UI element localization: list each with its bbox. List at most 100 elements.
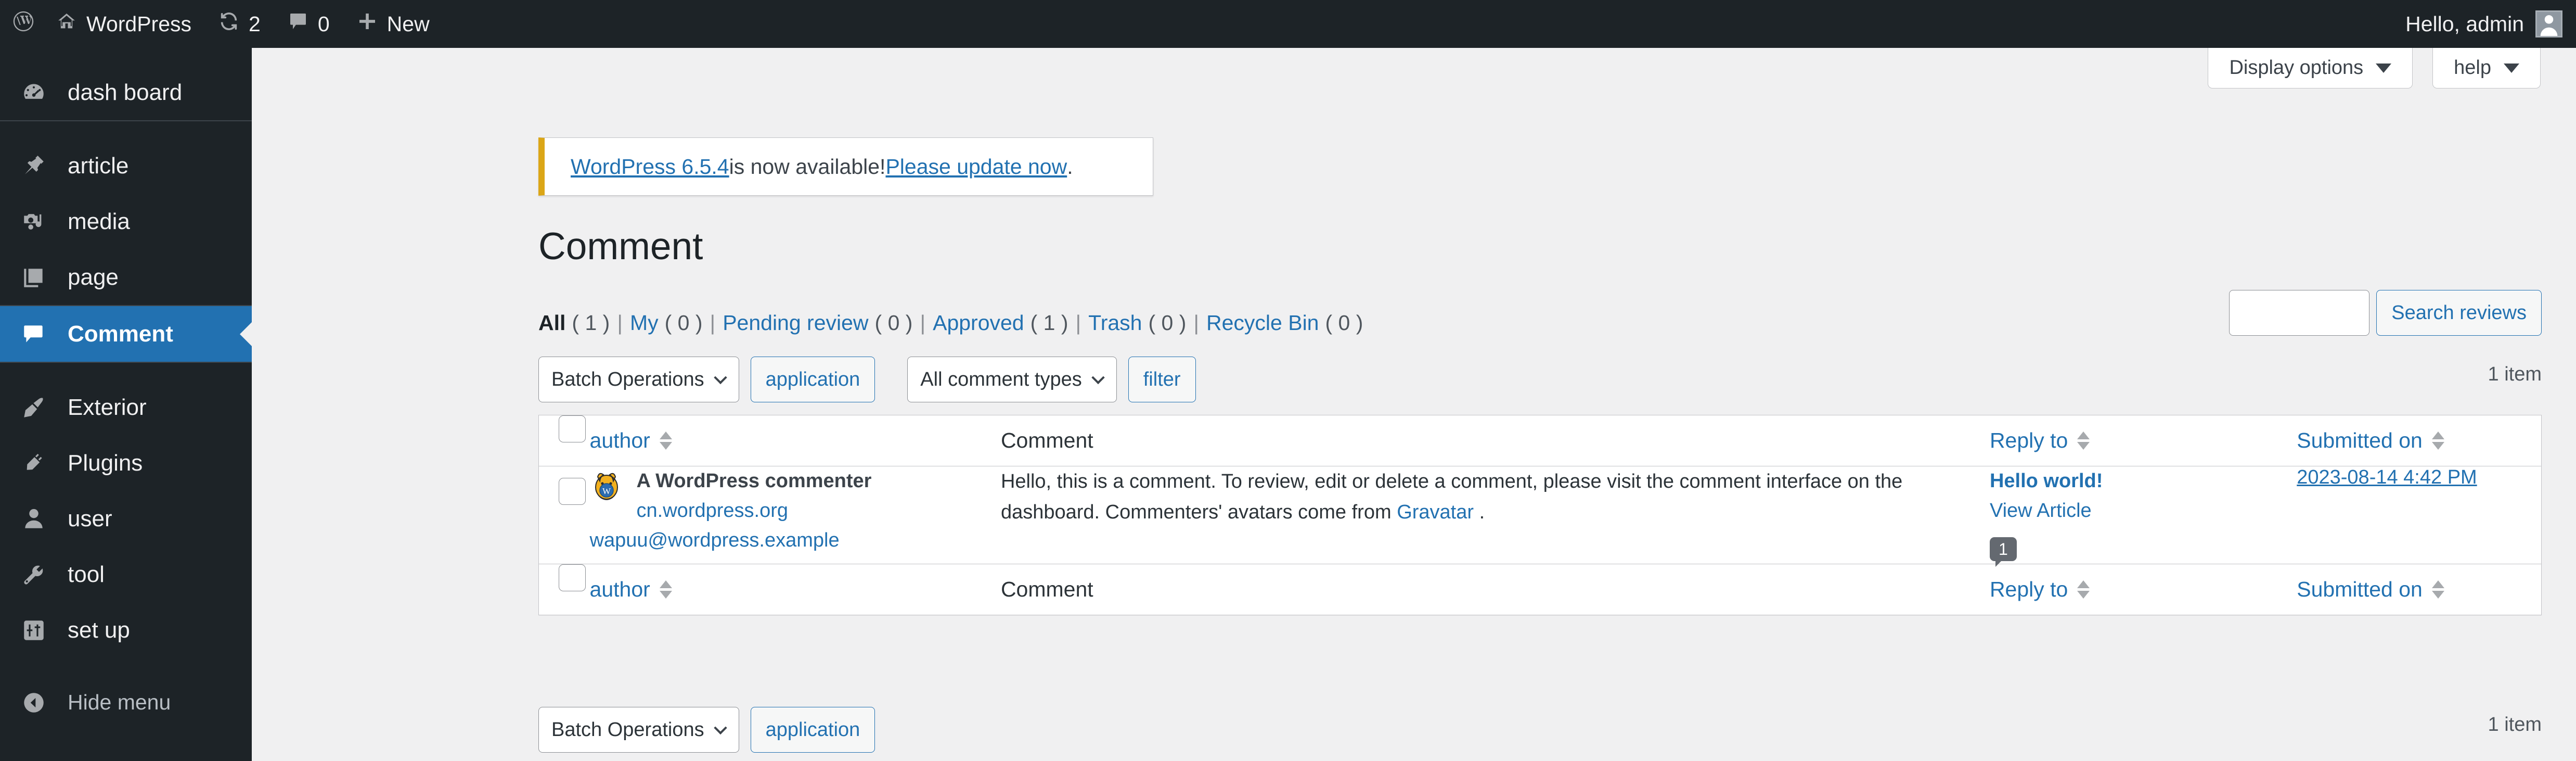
sidebar-item-exterior[interactable]: Exterior bbox=[0, 379, 252, 435]
sort-arrows-icon[interactable] bbox=[2077, 432, 2090, 450]
sidebar-item-user[interactable]: user bbox=[0, 491, 252, 547]
updates-icon bbox=[218, 11, 239, 37]
column-header-reply-to[interactable]: Reply to bbox=[1989, 415, 2297, 466]
bulk-actions-select-top[interactable]: Batch Operations bbox=[538, 357, 739, 402]
column-footer-author[interactable]: author bbox=[589, 564, 1001, 615]
sort-asc-icon bbox=[659, 432, 672, 439]
select-all-checkbox-footer[interactable] bbox=[559, 564, 586, 591]
status-filter-links: All ( 1 ) | My ( 0 ) | Pending review ( … bbox=[538, 311, 1363, 335]
comments-table-body: W A WordPress commenter cn.wordpress.org… bbox=[538, 466, 2542, 567]
column-header-author[interactable]: author bbox=[589, 415, 1001, 466]
reply-to-post-link[interactable]: Hello world! bbox=[1990, 466, 2297, 496]
tablenav-bottom: Batch Operations application bbox=[538, 707, 875, 753]
search-form: Search reviews bbox=[2229, 290, 2542, 336]
filter-count-recycle-bin: ( 0 ) bbox=[1325, 311, 1363, 335]
gravatar-link[interactable]: Gravatar bbox=[1397, 501, 1474, 523]
comment-author-name: A WordPress commenter bbox=[636, 470, 872, 492]
update-now-link[interactable]: Please update now bbox=[885, 155, 1067, 179]
sort-desc-icon bbox=[2431, 591, 2444, 599]
post-comment-count-badge[interactable]: 1 bbox=[1989, 537, 2017, 567]
item-count-bottom: 1 item bbox=[2488, 714, 2542, 735]
sidebar-item-label: media bbox=[68, 208, 130, 234]
item-count-top: 1 item bbox=[2488, 363, 2542, 385]
paintbrush-icon bbox=[18, 395, 50, 421]
sidebar-item-label: Plugins bbox=[68, 450, 143, 476]
bulk-apply-button-top[interactable]: application bbox=[750, 357, 875, 402]
comment-author-email-link[interactable]: wapuu@wordpress.example bbox=[590, 526, 872, 555]
row-author-cell: W A WordPress commenter cn.wordpress.org… bbox=[590, 466, 1001, 564]
row-comment-cell: Hello, this is a comment. To review, edi… bbox=[1001, 466, 1990, 564]
filter-link-all[interactable]: All bbox=[538, 311, 565, 335]
sidebar-item-label: user bbox=[68, 505, 112, 531]
column-header-reply-to-label: Reply to bbox=[1989, 428, 2068, 452]
column-header-submitted-on[interactable]: Submitted on bbox=[2297, 415, 2542, 466]
user-icon bbox=[18, 506, 50, 532]
sidebar-item-setup[interactable]: set up bbox=[0, 602, 252, 658]
adminbar-wp-logo[interactable] bbox=[0, 0, 43, 48]
bulk-actions-select-bottom[interactable]: Batch Operations bbox=[538, 707, 739, 753]
filter-link-my[interactable]: My bbox=[630, 311, 659, 335]
sort-arrows-icon[interactable] bbox=[2077, 580, 2090, 599]
sort-asc-icon bbox=[2431, 432, 2444, 439]
adminbar-comments[interactable]: 0 bbox=[274, 0, 343, 48]
adminbar-comments-count: 0 bbox=[317, 11, 330, 36]
filter-link-pending-review[interactable]: Pending review bbox=[723, 311, 868, 335]
sidebar-item-dashboard[interactable]: dash board bbox=[0, 65, 252, 120]
bulk-actions-value: Batch Operations bbox=[551, 368, 704, 390]
adminbar-site-name[interactable]: WordPress bbox=[43, 0, 205, 48]
sidebar-item-comment[interactable]: Comment bbox=[0, 306, 252, 362]
sidebar-item-page[interactable]: page bbox=[0, 249, 252, 305]
sort-arrows-icon[interactable] bbox=[659, 432, 672, 450]
display-options-button[interactable]: Display options bbox=[2208, 48, 2413, 88]
filter-button[interactable]: filter bbox=[1128, 357, 1196, 402]
sidebar-item-plugins[interactable]: Plugins bbox=[0, 435, 252, 491]
settings-sliders-icon bbox=[18, 617, 50, 643]
filter-count-all: ( 1 ) bbox=[572, 311, 610, 335]
row-checkbox[interactable] bbox=[559, 478, 586, 505]
select-all-checkbox[interactable] bbox=[559, 415, 586, 442]
adminbar-my-account[interactable]: Hello, admin bbox=[2405, 0, 2576, 48]
home-icon bbox=[56, 11, 77, 37]
sidebar-item-article[interactable]: article bbox=[0, 138, 252, 194]
comment-icon bbox=[18, 321, 50, 347]
adminbar-updates[interactable]: 2 bbox=[205, 0, 274, 48]
sort-arrows-icon[interactable] bbox=[2431, 580, 2444, 599]
filter-link-recycle-bin[interactable]: Recycle Bin bbox=[1206, 311, 1319, 335]
filter-separator: | bbox=[920, 311, 926, 335]
sort-arrows-icon[interactable] bbox=[2431, 432, 2444, 450]
bulk-apply-button-bottom[interactable]: application bbox=[750, 707, 875, 753]
adminbar-new-content[interactable]: New bbox=[343, 0, 443, 48]
column-footer-submitted-on[interactable]: Submitted on bbox=[2297, 564, 2542, 615]
sort-desc-icon bbox=[659, 442, 672, 450]
table-row: W A WordPress commenter cn.wordpress.org… bbox=[538, 466, 2542, 567]
view-article-link[interactable]: View Article bbox=[1990, 496, 2297, 526]
filter-link-approved[interactable]: Approved bbox=[933, 311, 1024, 335]
sidebar-item-label: article bbox=[68, 153, 129, 179]
comment-submitted-date[interactable]: 2023-08-14 4:42 PM bbox=[2297, 466, 2477, 488]
sort-arrows-icon[interactable] bbox=[659, 580, 672, 599]
filter-link-trash[interactable]: Trash bbox=[1088, 311, 1142, 335]
media-icon bbox=[18, 209, 50, 235]
sidebar-item-label: Exterior bbox=[68, 394, 147, 420]
sort-asc-icon bbox=[2077, 580, 2090, 588]
sort-desc-icon bbox=[2431, 442, 2444, 450]
sidebar-item-media[interactable]: media bbox=[0, 194, 252, 249]
comment-author-site-link[interactable]: cn.wordpress.org bbox=[637, 496, 872, 526]
comments-table: author Comment Reply to Submitted on W A… bbox=[538, 415, 2542, 615]
dashboard-icon bbox=[18, 80, 50, 106]
select-all-header bbox=[538, 415, 590, 466]
sidebar-collapse-menu[interactable]: Hide menu bbox=[0, 675, 252, 730]
row-reply-to-cell: Hello world! View Article 1 bbox=[1989, 466, 2297, 567]
search-reviews-button[interactable]: Search reviews bbox=[2376, 290, 2542, 336]
update-version-link[interactable]: WordPress 6.5.4 bbox=[571, 155, 729, 179]
avatar bbox=[2535, 10, 2562, 37]
update-notice: WordPress 6.5.4 is now available! Please… bbox=[538, 137, 1153, 196]
help-button[interactable]: help bbox=[2432, 48, 2541, 88]
column-footer-reply-to[interactable]: Reply to bbox=[1989, 564, 2297, 615]
sidebar-item-label: set up bbox=[68, 617, 130, 643]
column-footer-submitted-on-label: Submitted on bbox=[2297, 577, 2423, 601]
search-input[interactable] bbox=[2229, 290, 2370, 336]
sidebar-item-tool[interactable]: tool bbox=[0, 547, 252, 602]
comment-type-select[interactable]: All comment types bbox=[907, 357, 1117, 402]
